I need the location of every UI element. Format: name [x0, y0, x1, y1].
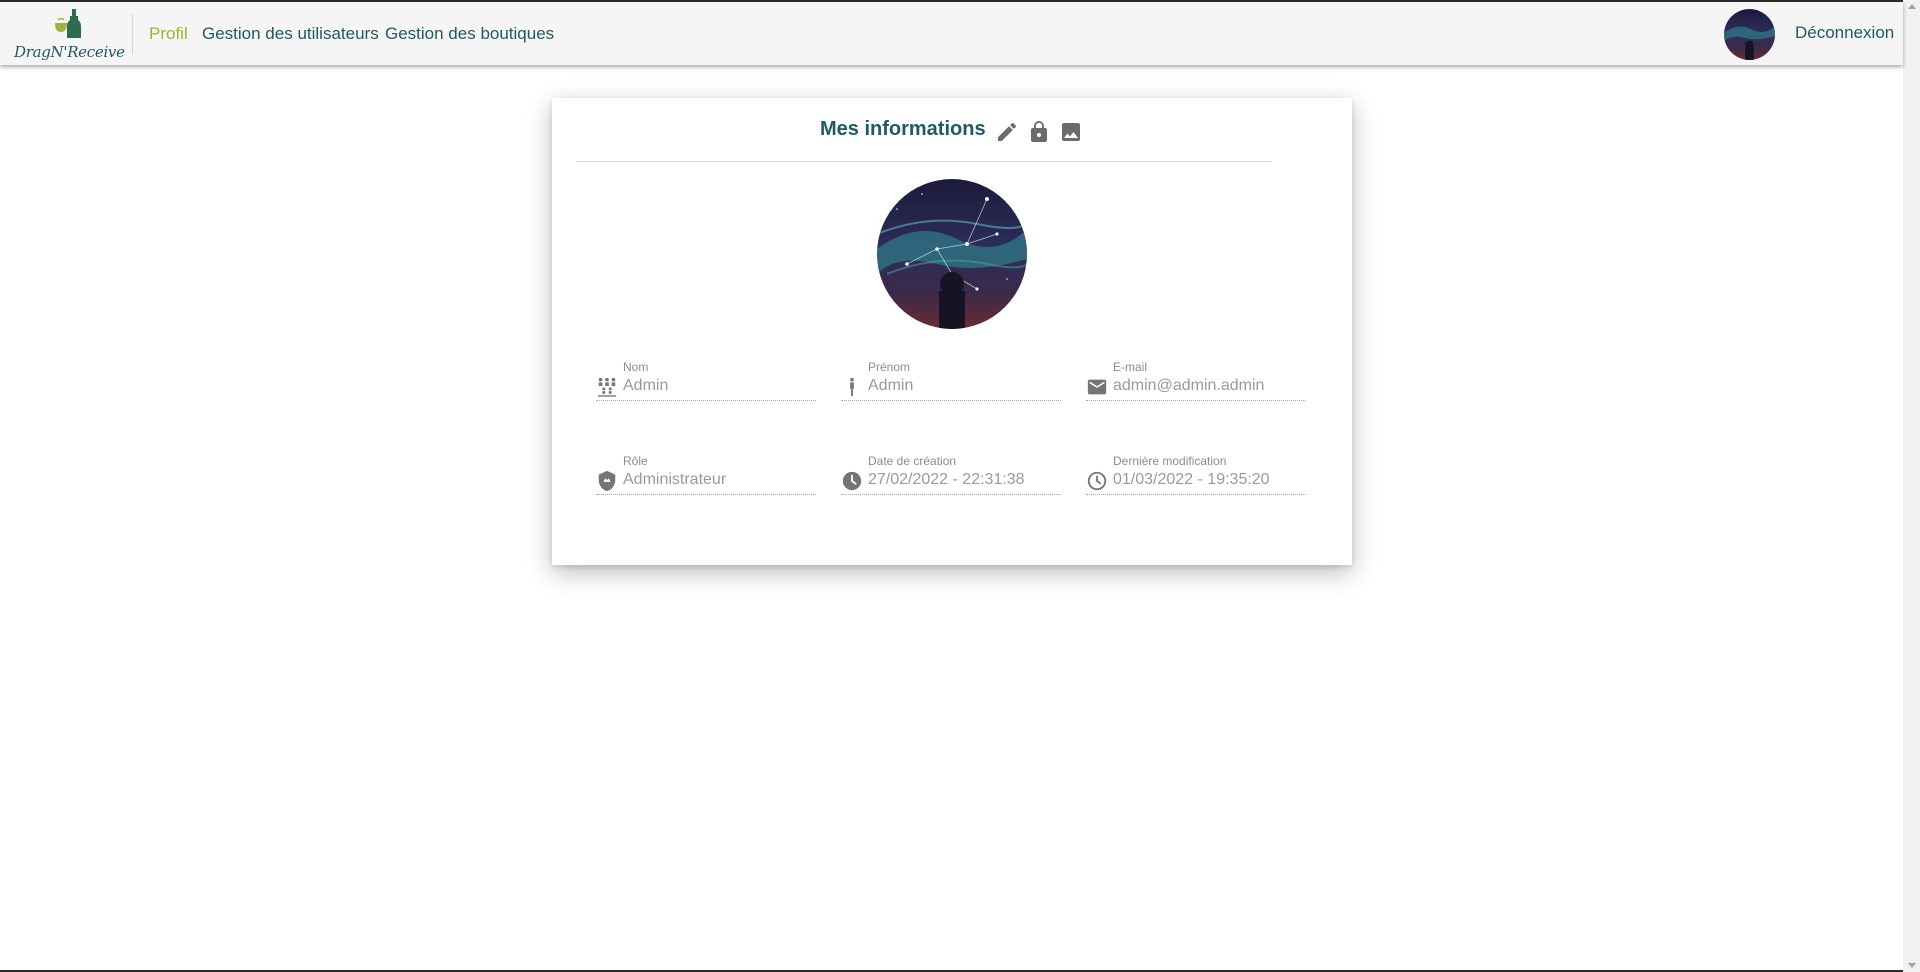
- person-icon: [841, 376, 863, 398]
- brand-logo[interactable]: DragN'Receive: [14, 5, 125, 63]
- user-avatar[interactable]: [1724, 9, 1775, 60]
- field-underline: [596, 400, 816, 401]
- nav-item-profil[interactable]: Profil: [149, 24, 188, 44]
- field-modified-label: Dernière modification: [1113, 454, 1227, 468]
- logo-bottle-icon: [55, 9, 81, 38]
- scroll-up-arrow-icon[interactable]: [1908, 4, 1916, 9]
- profile-picture-image: [877, 179, 1027, 329]
- brand-name: DragN'Receive: [14, 43, 125, 61]
- profile-picture: [877, 179, 1027, 329]
- pencil-icon[interactable]: [995, 120, 1019, 144]
- field-underline: [1086, 400, 1306, 401]
- card-title: Mes informations: [820, 118, 986, 140]
- field-underline: [841, 400, 1061, 401]
- image-icon[interactable]: [1059, 120, 1083, 144]
- field-nom: Nom Admin: [596, 360, 816, 410]
- family-icon: [596, 376, 618, 398]
- field-created-label: Date de création: [868, 454, 957, 468]
- field-prenom-label: Prénom: [868, 360, 911, 374]
- field-role-value: Administrateur: [623, 471, 727, 488]
- nav-divider: [132, 14, 133, 54]
- field-role: Rôle Administrateur: [596, 454, 816, 504]
- mail-icon: [1086, 376, 1108, 398]
- field-created-value: 27/02/2022 - 22:31:38: [868, 471, 1025, 488]
- shield-icon: [596, 470, 618, 492]
- clock-outline-icon: [1086, 470, 1108, 492]
- profile-card: Mes informations Nom Admin Prénom Admin …: [552, 98, 1352, 565]
- field-modified-value: 01/03/2022 - 19:35:20: [1113, 471, 1270, 488]
- nav-item-user-management[interactable]: Gestion des utilisateurs: [202, 24, 379, 44]
- avatar-image: [1724, 9, 1775, 60]
- field-prenom-value: Admin: [868, 377, 914, 394]
- logout-link[interactable]: Déconnexion: [1795, 23, 1894, 43]
- header-divider: [576, 161, 1272, 162]
- field-email-label: E-mail: [1113, 360, 1148, 374]
- clock-filled-icon: [841, 470, 863, 492]
- card-header: Mes informations: [552, 116, 1352, 146]
- lock-icon[interactable]: [1027, 120, 1051, 144]
- scroll-down-arrow-icon[interactable]: [1908, 963, 1916, 968]
- field-nom-label: Nom: [623, 360, 649, 374]
- field-underline: [841, 494, 1061, 495]
- top-navbar: DragN'Receive Profil Gestion des utilisa…: [0, 2, 1903, 65]
- field-underline: [596, 494, 816, 495]
- nav-item-shop-management[interactable]: Gestion des boutiques: [385, 24, 554, 44]
- vertical-scrollbar[interactable]: [1903, 0, 1920, 972]
- field-email: E-mail admin@admin.admin: [1086, 360, 1306, 410]
- field-modified: Dernière modification 01/03/2022 - 19:35…: [1086, 454, 1306, 504]
- field-email-value: admin@admin.admin: [1113, 377, 1265, 394]
- field-underline: [1086, 494, 1306, 495]
- field-created: Date de création 27/02/2022 - 22:31:38: [841, 454, 1061, 504]
- field-role-label: Rôle: [623, 454, 648, 468]
- field-prenom: Prénom Admin: [841, 360, 1061, 410]
- field-nom-value: Admin: [623, 377, 669, 394]
